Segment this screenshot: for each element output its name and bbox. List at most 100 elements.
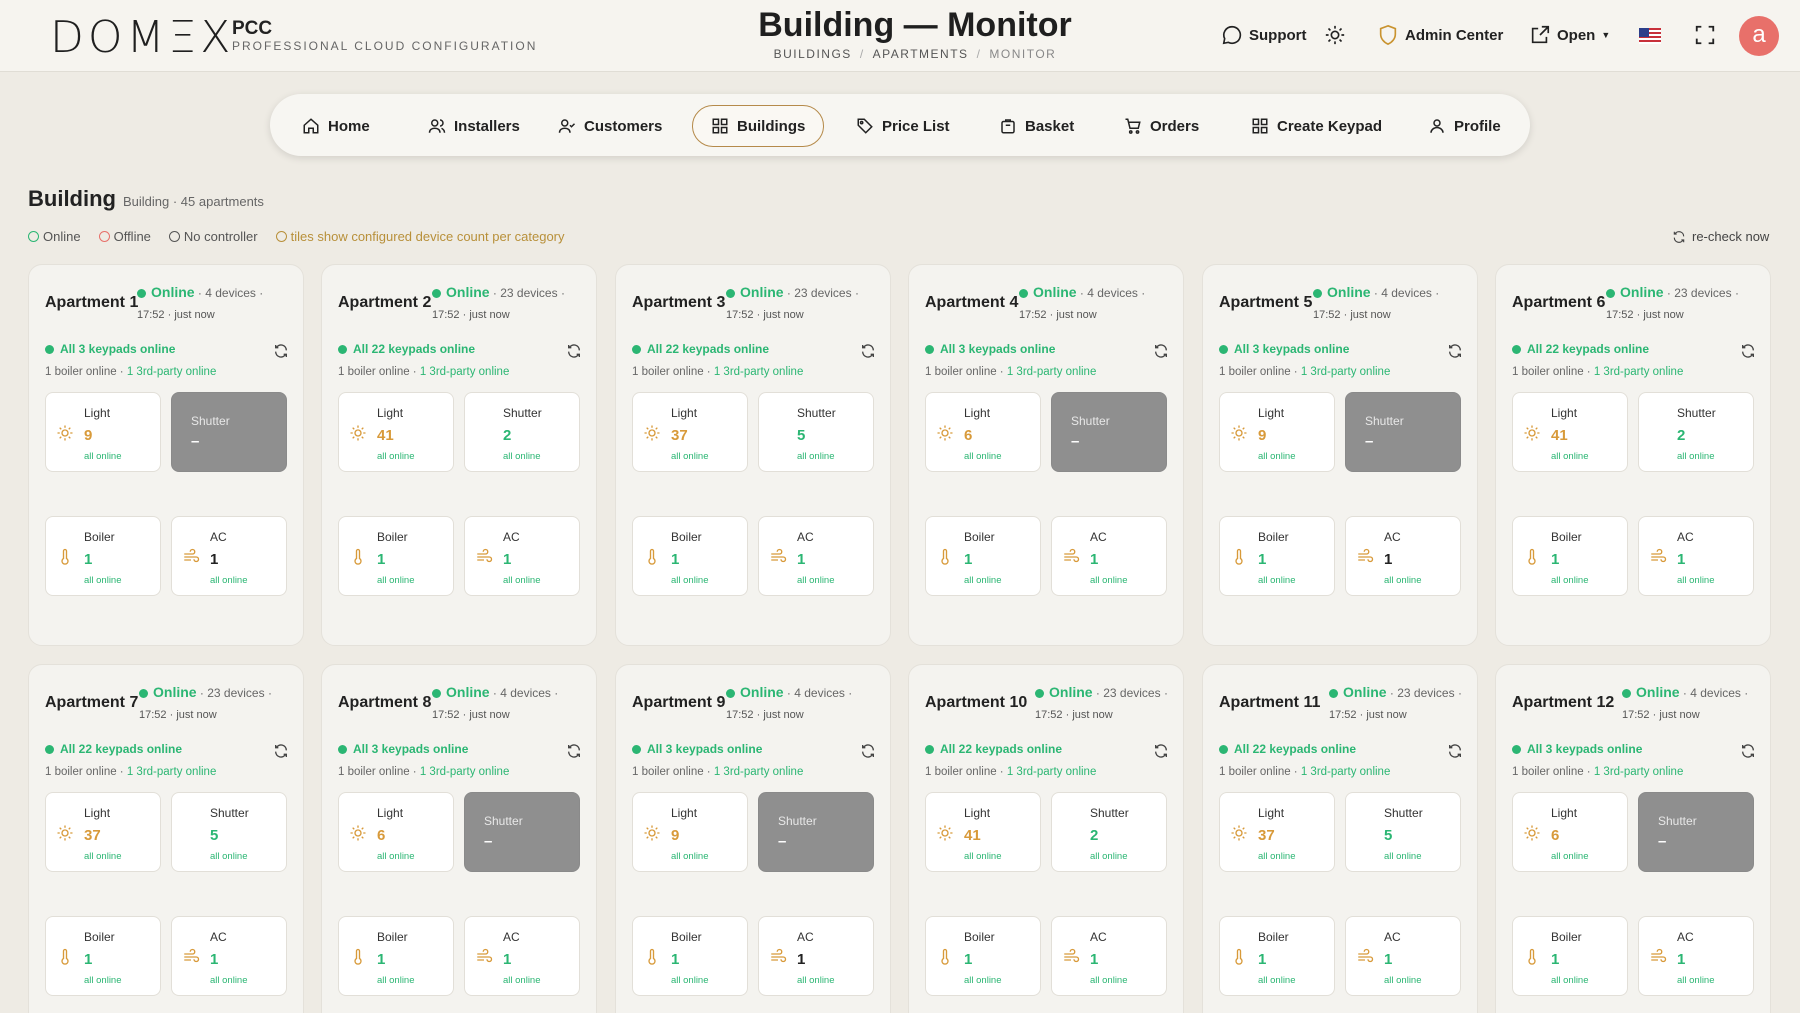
nav-profile[interactable]: Profile — [1410, 105, 1519, 147]
shutter-tile[interactable]: Shutter 5 all online — [171, 792, 287, 872]
shutter-tile[interactable]: Shutter 2 all online — [1051, 792, 1167, 872]
light-tile[interactable]: Light 9 all online — [632, 792, 748, 872]
light-tile[interactable]: Light 6 all online — [925, 392, 1041, 472]
boiler-tile[interactable]: Boiler 1 all online — [1512, 916, 1628, 996]
apartment-name[interactable]: Apartment 3 — [632, 294, 725, 312]
refresh-icon[interactable] — [273, 743, 289, 759]
boiler-tile[interactable]: Boiler 1 all online — [338, 916, 454, 996]
boiler-tile[interactable]: Boiler 1 all online — [1219, 916, 1335, 996]
shutter-tile[interactable]: Shutter – — [171, 392, 287, 472]
breadcrumb-buildings[interactable]: BUILDINGS — [774, 47, 852, 61]
ac-tile[interactable]: AC 1 all online — [464, 916, 580, 996]
shutter-tile[interactable]: Shutter – — [1638, 792, 1754, 872]
boiler-tile[interactable]: Boiler 1 all online — [1512, 516, 1628, 596]
apartment-card[interactable]: Apartment 3 Online · 23 devices · 17:52 · … — [615, 264, 891, 646]
apartment-name[interactable]: Apartment 12 — [1512, 694, 1614, 712]
ac-tile[interactable]: AC 1 all online — [758, 916, 874, 996]
refresh-icon[interactable] — [566, 343, 582, 359]
boiler-tile[interactable]: Boiler 1 all online — [632, 516, 748, 596]
apartment-name[interactable]: Apartment 7 — [45, 694, 138, 712]
user-avatar[interactable]: a — [1739, 16, 1779, 56]
recheck-button[interactable]: re-check now — [1672, 229, 1769, 244]
refresh-icon[interactable] — [1153, 343, 1169, 359]
refresh-icon[interactable] — [1447, 743, 1463, 759]
refresh-icon[interactable] — [1447, 343, 1463, 359]
apartment-name[interactable]: Apartment 6 — [1512, 294, 1605, 312]
boiler-tile[interactable]: Boiler 1 all online — [45, 916, 161, 996]
refresh-icon[interactable] — [860, 343, 876, 359]
apartment-card[interactable]: Apartment 9 Online · 4 devices · 17:52 · j… — [615, 664, 891, 1013]
apartment-card[interactable]: Apartment 1 Online · 4 devices · 17:52 · j… — [28, 264, 304, 646]
boiler-tile[interactable]: Boiler 1 all online — [925, 916, 1041, 996]
light-tile[interactable]: Light 37 all online — [1219, 792, 1335, 872]
apartment-name[interactable]: Apartment 10 — [925, 694, 1027, 712]
apartment-name[interactable]: Apartment 2 — [338, 294, 431, 312]
apartment-name[interactable]: Apartment 9 — [632, 694, 725, 712]
light-tile[interactable]: Light 9 all online — [45, 392, 161, 472]
refresh-icon[interactable] — [1740, 343, 1756, 359]
breadcrumb-apartments[interactable]: APARTMENTS — [873, 47, 969, 61]
apartment-card[interactable]: Apartment 2 Online · 23 devices · 17:52 · … — [321, 264, 597, 646]
apartment-name[interactable]: Apartment 1 — [45, 294, 138, 312]
shutter-tile[interactable]: Shutter 5 all online — [1345, 792, 1461, 872]
fullscreen-button[interactable] — [1694, 24, 1716, 46]
ac-tile[interactable]: AC 1 all online — [171, 916, 287, 996]
ac-tile[interactable]: AC 1 all online — [1638, 916, 1754, 996]
ac-tile[interactable]: AC 1 all online — [464, 516, 580, 596]
light-tile[interactable]: Light 41 all online — [925, 792, 1041, 872]
apartment-card[interactable]: Apartment 10 Online · 23 devices · 17:52 ·… — [908, 664, 1184, 1013]
open-dropdown[interactable]: Open ▼ — [1529, 24, 1610, 46]
light-tile[interactable]: Light 41 all online — [1512, 392, 1628, 472]
light-tile[interactable]: Light 6 all online — [338, 792, 454, 872]
ac-tile[interactable]: AC 1 all online — [171, 516, 287, 596]
ac-tile[interactable]: AC 1 all online — [1051, 516, 1167, 596]
shutter-tile[interactable]: Shutter – — [758, 792, 874, 872]
admin-center-button[interactable]: Admin Center — [1377, 24, 1503, 46]
nav-installers[interactable]: Installers — [410, 105, 538, 147]
ac-tile[interactable]: AC 1 all online — [1638, 516, 1754, 596]
boiler-tile[interactable]: Boiler 1 all online — [1219, 516, 1335, 596]
light-tile[interactable]: Light 37 all online — [632, 392, 748, 472]
ac-tile[interactable]: AC 1 all online — [1051, 916, 1167, 996]
ac-tile[interactable]: AC 1 all online — [758, 516, 874, 596]
shutter-tile[interactable]: Shutter 2 all online — [464, 392, 580, 472]
apartment-name[interactable]: Apartment 5 — [1219, 294, 1312, 312]
nav-orders[interactable]: Orders — [1106, 105, 1217, 147]
apartment-card[interactable]: Apartment 12 Online · 4 devices · 17:52 · … — [1495, 664, 1771, 1013]
refresh-icon[interactable] — [273, 343, 289, 359]
apartment-card[interactable]: Apartment 11 Online · 23 devices · 17:52 ·… — [1202, 664, 1478, 1013]
boiler-tile[interactable]: Boiler 1 all online — [338, 516, 454, 596]
shutter-tile[interactable]: Shutter – — [1345, 392, 1461, 472]
light-tile[interactable]: Light 37 all online — [45, 792, 161, 872]
boiler-tile[interactable]: Boiler 1 all online — [45, 516, 161, 596]
apartment-name[interactable]: Apartment 11 — [1219, 694, 1320, 712]
theme-toggle[interactable] — [1324, 24, 1346, 46]
shutter-tile[interactable]: Shutter – — [1051, 392, 1167, 472]
nav-buildings[interactable]: Buildings — [692, 105, 825, 147]
shutter-tile[interactable]: Shutter – — [464, 792, 580, 872]
light-tile[interactable]: Light 6 all online — [1512, 792, 1628, 872]
boiler-tile[interactable]: Boiler 1 all online — [925, 516, 1041, 596]
nav-customers[interactable]: Customers — [540, 105, 680, 147]
apartment-card[interactable]: Apartment 6 Online · 23 devices · 17:52 · … — [1495, 264, 1771, 646]
light-tile[interactable]: Light 9 all online — [1219, 392, 1335, 472]
us-flag-icon[interactable] — [1639, 28, 1661, 44]
refresh-icon[interactable] — [860, 743, 876, 759]
shutter-tile[interactable]: Shutter 5 all online — [758, 392, 874, 472]
ac-tile[interactable]: AC 1 all online — [1345, 916, 1461, 996]
refresh-icon[interactable] — [1153, 743, 1169, 759]
apartment-card[interactable]: Apartment 7 Online · 23 devices · 17:52 · … — [28, 664, 304, 1013]
nav-create-keypad[interactable]: Create Keypad — [1233, 105, 1400, 147]
support-button[interactable]: Support — [1221, 24, 1307, 46]
apartment-name[interactable]: Apartment 4 — [925, 294, 1018, 312]
nav-price-list[interactable]: Price List — [838, 105, 968, 147]
apartment-card[interactable]: Apartment 5 Online · 4 devices · 17:52 · j… — [1202, 264, 1478, 646]
apartment-card[interactable]: Apartment 4 Online · 4 devices · 17:52 · j… — [908, 264, 1184, 646]
shutter-tile[interactable]: Shutter 2 all online — [1638, 392, 1754, 472]
apartment-name[interactable]: Apartment 8 — [338, 694, 431, 712]
refresh-icon[interactable] — [1740, 743, 1756, 759]
ac-tile[interactable]: AC 1 all online — [1345, 516, 1461, 596]
refresh-icon[interactable] — [566, 743, 582, 759]
boiler-tile[interactable]: Boiler 1 all online — [632, 916, 748, 996]
light-tile[interactable]: Light 41 all online — [338, 392, 454, 472]
